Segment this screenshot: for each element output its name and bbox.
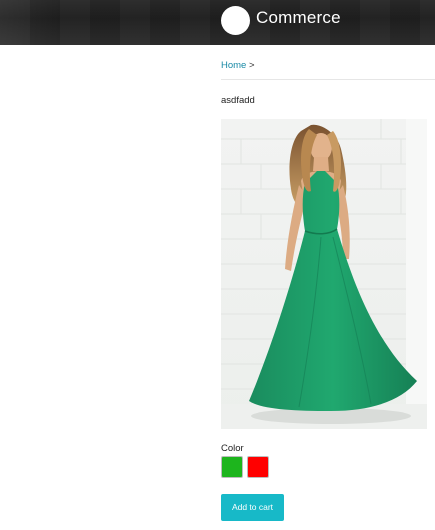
product-title: asdfadd	[221, 95, 255, 106]
breadcrumb-home-link[interactable]: Home	[221, 60, 246, 71]
breadcrumb-separator: >	[248, 60, 255, 71]
color-label: Color	[221, 443, 244, 454]
breadcrumb: Home >	[221, 60, 255, 71]
brand-name[interactable]: Commerce	[256, 8, 341, 28]
add-to-cart-button[interactable]: Add to cart	[221, 494, 284, 521]
color-swatch-red[interactable]	[247, 456, 269, 478]
color-swatch-green[interactable]	[221, 456, 243, 478]
logo-icon[interactable]	[221, 6, 250, 35]
product-image	[221, 119, 427, 429]
divider	[221, 79, 435, 80]
site-header: Commerce	[0, 0, 435, 45]
dress-photo-icon	[221, 119, 427, 429]
